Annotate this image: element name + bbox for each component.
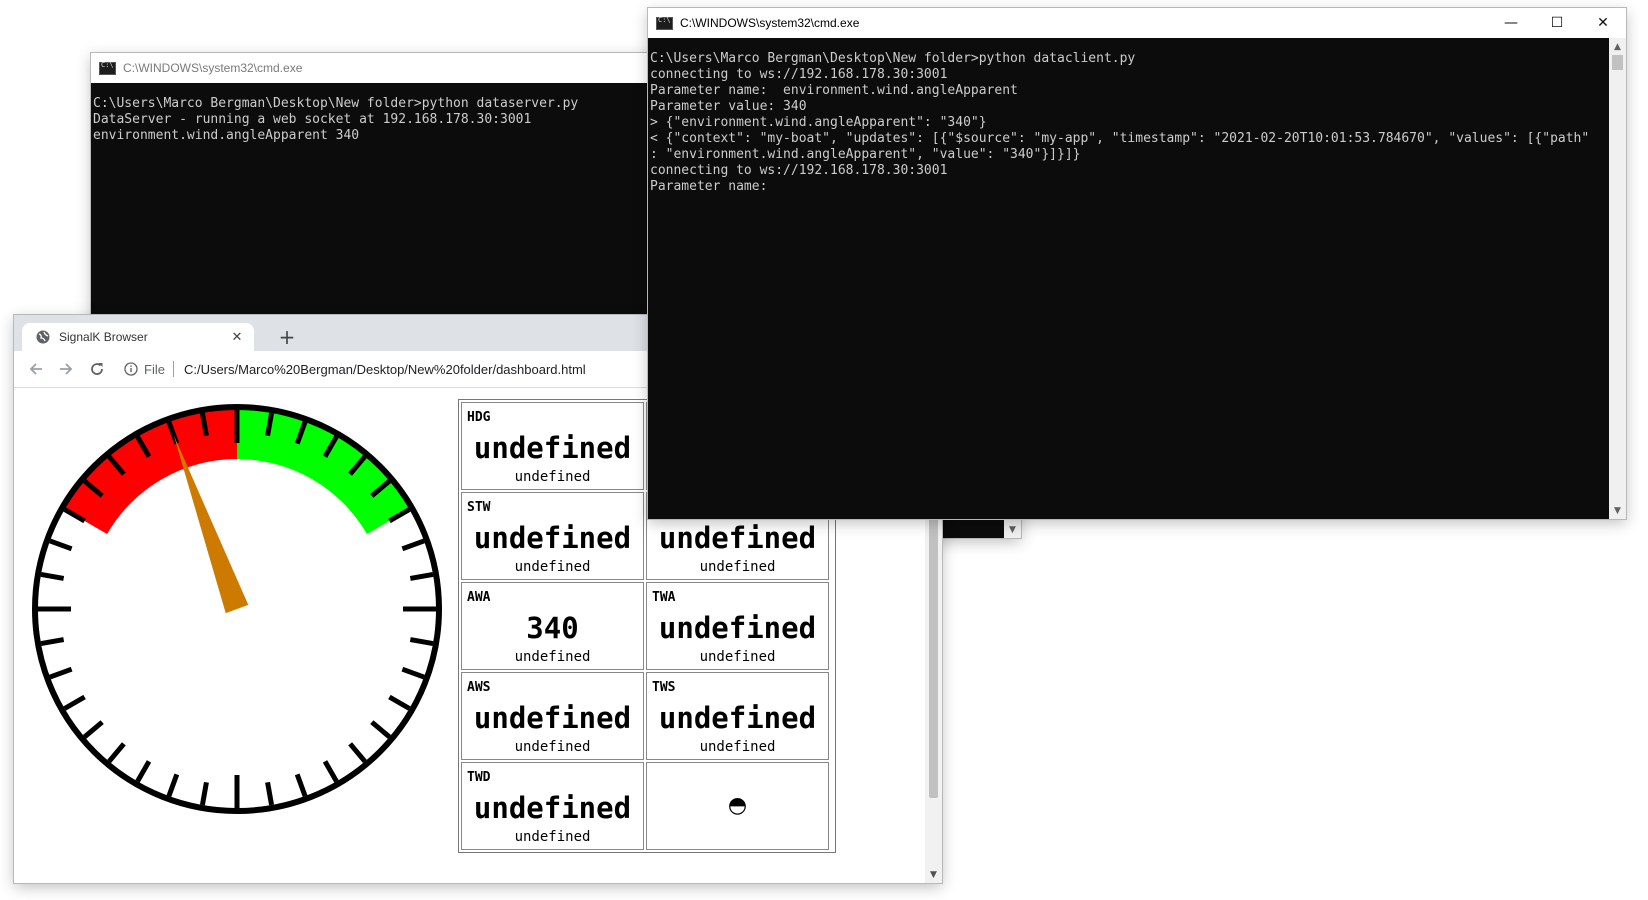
- console-line: Parameter value: 340: [650, 99, 807, 114]
- gauge-tick: [401, 666, 425, 680]
- client-console-output[interactable]: C:\Users\Marco Bergman\Desktop\New folde…: [648, 38, 1626, 519]
- console-line: C:\Users\Marco Bergman\Desktop\New folde…: [650, 51, 1136, 66]
- cell-subvalue: undefined: [514, 469, 591, 485]
- cell-awa: AWA 340 undefined: [461, 582, 644, 670]
- cmd-icon: [656, 16, 673, 30]
- scroll-down-arrow-icon[interactable]: ▼: [1004, 521, 1021, 538]
- maximize-button[interactable]: ☐: [1534, 8, 1580, 38]
- cell-value: undefined: [473, 521, 632, 555]
- gauge-tick: [409, 637, 434, 647]
- connection-status-icon: ◓: [727, 793, 748, 818]
- minimize-button[interactable]: —: [1488, 8, 1534, 38]
- cell-value: undefined: [658, 521, 817, 555]
- forward-arrow-icon: [60, 363, 73, 375]
- close-button[interactable]: ✕: [1580, 8, 1626, 38]
- cell-label: TWS: [652, 680, 676, 695]
- new-tab-button[interactable]: +: [273, 323, 301, 351]
- forward-button[interactable]: [54, 357, 78, 381]
- cell-subvalue: undefined: [699, 559, 776, 575]
- scroll-up-arrow-icon[interactable]: ▲: [1609, 38, 1626, 55]
- wind-angle-gauge: [32, 404, 442, 814]
- client-cmd-window[interactable]: C:\WINDOWS\system32\cmd.exe — ☐ ✕ C:\Use…: [648, 8, 1626, 519]
- info-icon[interactable]: [124, 362, 138, 376]
- console-line: < {"context": "my-boat", "updates": [{"$…: [650, 131, 1590, 146]
- gauge-tick: [401, 538, 425, 552]
- cell-subvalue: undefined: [514, 739, 591, 755]
- cell-value: undefined: [473, 431, 632, 465]
- cell-value: undefined: [473, 701, 632, 735]
- cell-label: TWD: [467, 770, 491, 785]
- console-line: connecting to ws://192.168.178.30:3001: [650, 163, 948, 178]
- gauge-tick: [322, 760, 339, 783]
- client-console-scrollbar[interactable]: ▲ ▼: [1609, 38, 1626, 519]
- window-title: C:\WINDOWS\system32\cmd.exe: [680, 16, 860, 30]
- reload-button[interactable]: [85, 357, 109, 381]
- cell-label: AWA: [467, 590, 491, 605]
- cell-stw: STW undefined undefined: [461, 492, 644, 580]
- scrollbar-thumb[interactable]: [1612, 55, 1623, 70]
- back-button[interactable]: [24, 357, 48, 381]
- scroll-down-arrow-icon[interactable]: ▼: [925, 866, 942, 883]
- scroll-down-arrow-icon[interactable]: ▼: [1609, 502, 1626, 519]
- console-line: Parameter name:: [650, 179, 768, 194]
- gauge-tick: [370, 720, 392, 739]
- gauge-tick: [294, 773, 308, 797]
- cell-status: ◓: [646, 762, 829, 850]
- gauge-tick: [348, 742, 367, 764]
- cell-value: undefined: [658, 611, 817, 645]
- gauge-tick: [166, 773, 180, 797]
- cell-label: HDG: [467, 410, 491, 425]
- gauge-tick: [49, 538, 73, 552]
- cell-aws: AWS undefined undefined: [461, 672, 644, 760]
- scrollbar-thumb[interactable]: [929, 500, 938, 798]
- gauge-tick: [40, 571, 65, 581]
- tab-title: SignalK Browser: [59, 330, 148, 344]
- cell-value: undefined: [473, 791, 632, 825]
- client-cmd-titlebar[interactable]: C:\WINDOWS\system32\cmd.exe — ☐ ✕: [648, 8, 1626, 38]
- tab-signalk-browser[interactable]: SignalK Browser ✕: [22, 323, 254, 351]
- gauge-tick: [199, 781, 209, 806]
- cell-label: STW: [467, 500, 491, 515]
- cell-value: 340: [526, 611, 579, 645]
- cell-value: undefined: [658, 701, 817, 735]
- gauge-tick: [265, 781, 275, 806]
- cell-hdg: HDG undefined undefined: [461, 402, 644, 490]
- gauge-tick: [49, 666, 73, 680]
- console-line: : "environment.wind.angleApparent", "val…: [650, 147, 1081, 162]
- cell-subvalue: undefined: [514, 649, 591, 665]
- url-text[interactable]: C:/Users/Marco%20Bergman/Desktop/New%20f…: [184, 362, 586, 377]
- gauge-tick: [82, 720, 104, 739]
- globe-icon: [36, 330, 50, 344]
- gauge-tick: [63, 694, 86, 711]
- console-line: Parameter name: environment.wind.angleAp…: [650, 83, 1018, 98]
- cell-label: TWA: [652, 590, 676, 605]
- console-line: connecting to ws://192.168.178.30:3001: [650, 67, 948, 82]
- cell-label: AWS: [467, 680, 491, 695]
- cell-subvalue: undefined: [699, 739, 776, 755]
- back-arrow-icon: [29, 363, 42, 375]
- gauge-tick: [135, 760, 152, 783]
- gauge-needle: [173, 435, 249, 614]
- window-title: C:\WINDOWS\system32\cmd.exe: [123, 61, 303, 75]
- console-line: > {"environment.wind.angleApparent": "34…: [650, 115, 987, 130]
- cell-tws: TWS undefined undefined: [646, 672, 829, 760]
- gauge-tick: [388, 694, 411, 711]
- url-scheme-label: File: [144, 361, 165, 377]
- cmd-icon: [99, 61, 116, 75]
- gauge-tick: [40, 637, 65, 647]
- cell-twa: TWA undefined undefined: [646, 582, 829, 670]
- cell-subvalue: undefined: [699, 649, 776, 665]
- gauge-tick: [409, 571, 434, 581]
- cell-twd: TWD undefined undefined: [461, 762, 644, 850]
- gauge-tick: [107, 742, 126, 764]
- tab-close-icon[interactable]: ✕: [228, 328, 246, 346]
- omnibox-divider: [172, 361, 174, 377]
- cell-subvalue: undefined: [514, 559, 591, 575]
- cell-subvalue: undefined: [514, 829, 591, 845]
- reload-icon: [91, 363, 103, 375]
